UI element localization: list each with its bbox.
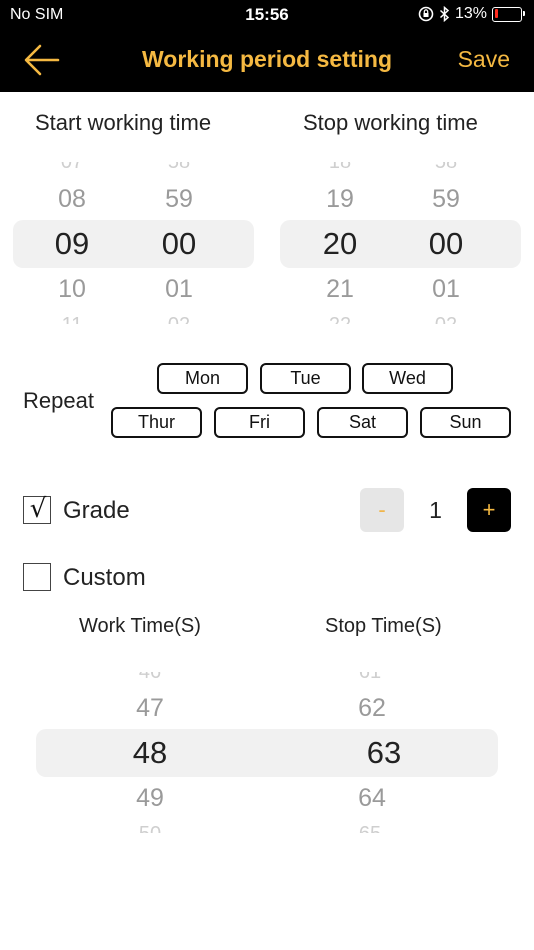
start-time-title: Start working time	[35, 110, 212, 135]
bluetooth-icon	[439, 6, 450, 22]
stop-minute-selected: 00	[428, 226, 464, 261]
nav-bar: Working period setting Save	[0, 30, 534, 92]
stop-time-title: Stop working time	[303, 110, 478, 135]
day-toggle-wed[interactable]: Wed	[362, 363, 453, 394]
start-hour-selected: 09	[54, 226, 90, 261]
status-bar: No SIM 15:56 13%	[0, 0, 534, 30]
start-minute-selected: 00	[161, 226, 197, 261]
picker-value: 62	[358, 694, 386, 722]
stop-time-seconds-selected: 63	[366, 735, 402, 770]
check-mark-icon: √	[29, 494, 47, 524]
picker-value: 08	[58, 185, 86, 213]
day-toggle-tue[interactable]: Tue	[260, 363, 351, 394]
picker-value: 19	[326, 185, 354, 213]
stop-hour-selected: 20	[322, 226, 358, 261]
day-toggle-mon[interactable]: Mon	[157, 363, 248, 394]
orientation-lock-icon	[418, 6, 434, 22]
picker-value: 58	[139, 162, 219, 172]
battery-icon	[492, 6, 525, 22]
picker-value: 61	[328, 672, 412, 682]
picker-value: 01	[432, 275, 460, 303]
picker-value: 18	[300, 162, 380, 172]
grade-decrement-button[interactable]: -	[360, 488, 404, 532]
picker-value: 65	[328, 823, 412, 833]
picker-value: 64	[358, 784, 386, 812]
custom-label: Custom	[63, 564, 146, 591]
status-right: 13%	[418, 5, 525, 23]
save-button[interactable]: Save	[458, 46, 510, 73]
picker-value: 50	[108, 823, 192, 833]
picker-value: 22	[300, 314, 380, 324]
custom-picker-highlight	[36, 729, 498, 777]
custom-checkbox[interactable]	[23, 563, 51, 591]
battery-level	[494, 9, 498, 18]
picker-value: 02	[406, 314, 486, 324]
picker-value: 47	[136, 694, 164, 722]
app-header: No SIM 15:56 13% Working period setting …	[0, 0, 534, 92]
picker-value: 11	[32, 314, 112, 324]
day-toggle-thur[interactable]: Thur	[111, 407, 202, 438]
work-time-title: Work Time(S)	[79, 615, 201, 637]
picker-value: 21	[326, 275, 354, 303]
picker-value: 07	[32, 162, 112, 172]
grade-checkbox[interactable]: √	[23, 494, 51, 524]
picker-value: 02	[139, 314, 219, 324]
page-title: Working period setting	[141, 46, 393, 72]
day-toggle-sat[interactable]: Sat	[317, 407, 408, 438]
grade-value: 1	[429, 497, 442, 523]
picker-value: 10	[58, 275, 86, 303]
grade-label: Grade	[63, 497, 130, 524]
day-toggle-sun[interactable]: Sun	[420, 407, 511, 438]
picker-value: 01	[165, 275, 193, 303]
day-toggle-fri[interactable]: Fri	[214, 407, 305, 438]
battery-percent: 13%	[454, 5, 487, 22]
picker-value: 46	[108, 672, 192, 682]
stop-time-seconds-title: Stop Time(S)	[325, 615, 442, 637]
picker-value: 59	[432, 185, 460, 213]
work-time-selected: 48	[132, 735, 168, 770]
repeat-label: Repeat	[23, 388, 94, 413]
picker-value: 58	[406, 162, 486, 172]
grade-increment-button[interactable]: +	[467, 488, 511, 532]
picker-value: 49	[136, 784, 164, 812]
picker-value: 59	[165, 185, 193, 213]
